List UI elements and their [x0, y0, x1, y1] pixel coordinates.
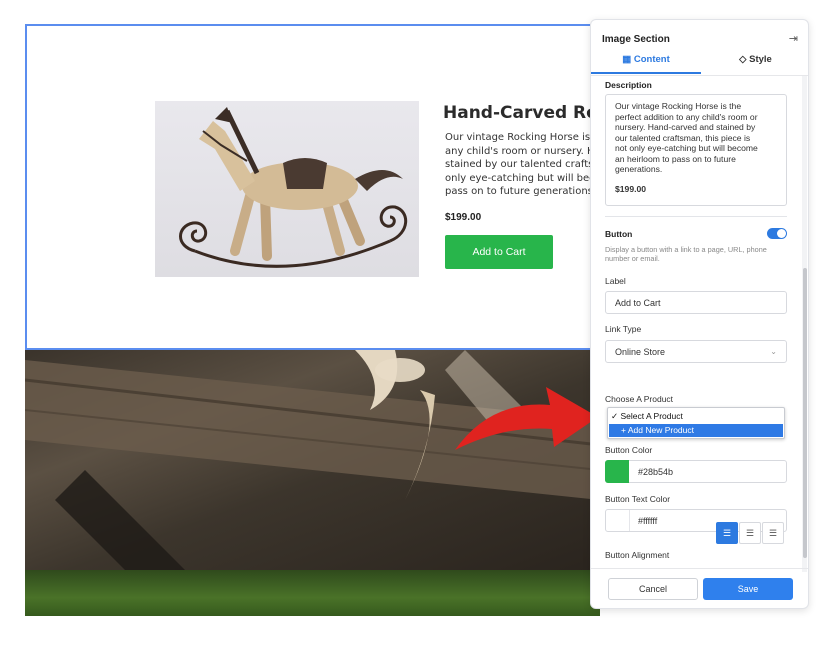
- align-center-icon: ☰: [745, 527, 755, 538]
- link-type-label: Link Type: [605, 324, 642, 334]
- choose-product-dropdown[interactable]: ✓ Select A Product + Add New Product: [607, 407, 785, 439]
- cancel-button[interactable]: Cancel: [608, 578, 698, 600]
- footer-divider: [591, 568, 808, 569]
- chevron-down-icon: ⌄: [770, 347, 777, 356]
- button-color-value: #28b54b: [638, 466, 674, 477]
- product-description: Our vintage Rocking Horse is the any chi…: [445, 132, 595, 197]
- label-input[interactable]: Add to Cart: [605, 291, 787, 314]
- button-text-color-swatch[interactable]: [606, 510, 630, 531]
- description-text: Our vintage Rocking Horse is the perfect…: [615, 101, 758, 174]
- option-select-product[interactable]: ✓ Select A Product: [611, 411, 683, 422]
- button-text-color-value: #ffffff: [638, 515, 658, 526]
- collapse-panel-icon[interactable]: ⇥: [789, 32, 798, 45]
- add-to-cart-button[interactable]: Add to Cart: [445, 235, 553, 269]
- button-text-color-label: Button Text Color: [605, 494, 671, 504]
- description-price: $199.00: [615, 183, 647, 194]
- label-input-value: Add to Cart: [615, 297, 661, 308]
- rocking-horse-image: [155, 101, 419, 277]
- align-right-button[interactable]: ☰: [762, 522, 784, 544]
- button-color-label: Button Color: [605, 445, 653, 455]
- editor-stage: Hand-Carved Rock Our vintage Rocking Hor…: [0, 0, 833, 652]
- page-canvas: Hand-Carved Rock Our vintage Rocking Hor…: [25, 24, 600, 616]
- description-editor[interactable]: Our vintage Rocking Horse is the perfect…: [605, 94, 787, 206]
- option-add-new-product[interactable]: + Add New Product: [609, 424, 783, 437]
- paint-bucket-icon: ◇: [739, 54, 747, 65]
- button-color-swatch[interactable]: [605, 460, 629, 483]
- choose-product-label: Choose A Product: [605, 394, 674, 404]
- description-label: Description: [605, 80, 652, 90]
- image-section-selected[interactable]: Hand-Carved Rock Our vintage Rocking Hor…: [25, 24, 600, 350]
- align-right-icon: ☰: [768, 527, 778, 538]
- section-divider: [605, 216, 787, 217]
- align-left-icon: ☰: [722, 527, 732, 538]
- tab-content[interactable]: ▦ Content: [591, 54, 701, 74]
- link-type-value: Online Store: [615, 346, 666, 357]
- content-grid-icon: ▦: [622, 54, 632, 65]
- align-center-button[interactable]: ☰: [739, 522, 761, 544]
- product-price: $199.00: [445, 212, 482, 223]
- tab-style[interactable]: ◇ Style: [701, 54, 808, 74]
- label-field-label: Label: [605, 276, 626, 286]
- red-arrow-annotation: [455, 387, 598, 450]
- panel-scroll-area[interactable]: Description Our vintage Rocking Horse is…: [591, 76, 801, 572]
- grass-image-section[interactable]: [25, 570, 600, 616]
- panel-scrollbar-thumb[interactable]: [803, 268, 807, 558]
- settings-panel: Image Section ⇥ ▦ Content ◇ Style Descri…: [590, 19, 809, 609]
- panel-title: Image Section: [602, 34, 670, 45]
- tab-content-label: Content: [633, 54, 670, 65]
- align-left-button[interactable]: ☰: [716, 522, 738, 544]
- tab-style-label: Style: [749, 54, 772, 65]
- button-enabled-toggle[interactable]: [767, 228, 787, 239]
- save-button[interactable]: Save: [703, 578, 793, 600]
- button-help-text: Display a button with a link to a page, …: [605, 245, 767, 263]
- product-title: Hand-Carved Rock: [443, 103, 600, 123]
- button-section-label: Button: [605, 229, 633, 239]
- button-alignment-label: Button Alignment: [605, 550, 670, 560]
- button-color-input[interactable]: #28b54b: [605, 460, 787, 483]
- link-type-select[interactable]: Online Store ⌄: [605, 340, 787, 363]
- rocking-horse-illustration: [179, 107, 408, 268]
